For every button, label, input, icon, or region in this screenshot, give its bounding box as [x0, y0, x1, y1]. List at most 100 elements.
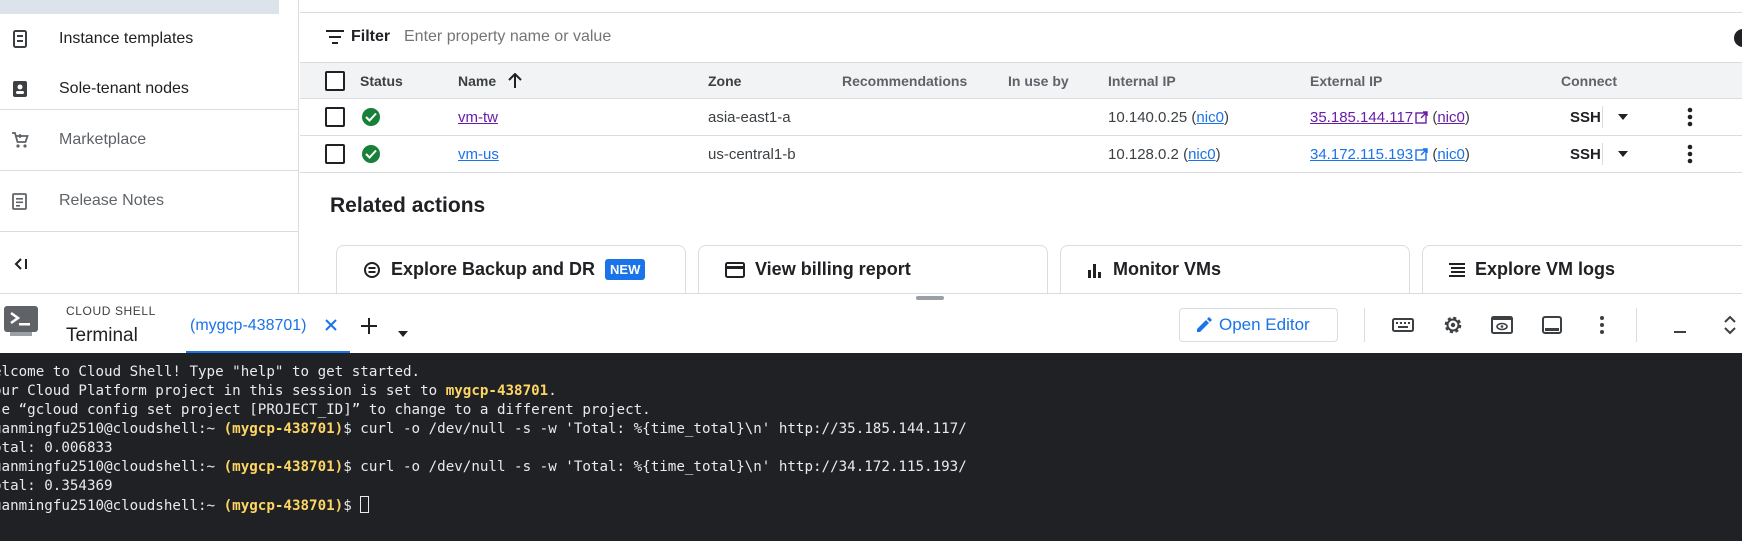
column-header-in-use-by[interactable]: In use by [1008, 63, 1069, 98]
row-more-actions-icon[interactable] [1687, 136, 1693, 172]
bar-chart-icon [1087, 262, 1103, 278]
sole-tenant-nodes-icon [10, 79, 30, 99]
terminal-output[interactable]: elcome to Cloud Shell! Type "help" to ge… [0, 353, 1742, 541]
related-card-backup-dr[interactable]: Explore Backup and DR NEW [336, 245, 686, 293]
row-checkbox[interactable] [325, 144, 345, 164]
table-row: vm-us us-central1-b 10.128.0.2 (nic0) 34… [300, 136, 1742, 173]
keyboard-icon[interactable] [1391, 313, 1415, 337]
external-nic-link[interactable]: nic0 [1437, 146, 1465, 163]
zone-cell: asia-east1-a [708, 108, 791, 126]
instance-name-link[interactable]: vm-us [458, 146, 499, 163]
column-header-name[interactable]: Name [458, 63, 522, 98]
internal-ip-cell: 10.128.0.2 (nic0) [1108, 145, 1221, 163]
tab-dropdown-chevron-icon[interactable] [398, 324, 408, 337]
more-options-icon[interactable] [1590, 313, 1614, 337]
sidebar-item-instance-templates[interactable]: Instance templates [0, 24, 299, 54]
select-all-checkbox-cell[interactable] [325, 63, 345, 98]
table-header-row: Status Name Zone Recommendations In use … [300, 62, 1742, 99]
internal-nic-link[interactable]: nic0 [1196, 109, 1224, 126]
add-tab-icon[interactable] [361, 318, 377, 334]
collapse-sidebar-icon[interactable] [12, 254, 32, 274]
column-header-connect[interactable]: Connect [1561, 63, 1617, 98]
sidebar-item-label: Marketplace [59, 131, 147, 148]
filter-input[interactable] [404, 25, 1104, 49]
marketplace-cart-icon [10, 130, 30, 150]
web-preview-icon[interactable] [1490, 313, 1514, 337]
column-header-recommendations[interactable]: Recommendations [842, 63, 967, 98]
select-all-checkbox[interactable] [325, 70, 345, 91]
external-ip-cell: 34.172.115.193 (nic0) [1310, 145, 1470, 163]
terminal-line: uanmingfu2510@cloudshell:~ (mygcp-438701… [0, 458, 1742, 477]
external-nic-link[interactable]: nic0 [1437, 109, 1465, 126]
filter-label: Filter [351, 28, 391, 45]
left-nav-sidebar: Instance templates Sole-tenant nodes Mar… [0, 0, 299, 293]
external-ip-link[interactable]: 34.172.115.193 [1310, 146, 1413, 163]
ssh-dropdown-chevron-icon[interactable] [1618, 136, 1628, 172]
internal-ip-value: 10.128.0.2 [1108, 145, 1179, 163]
sidebar-selected-item-remnant[interactable] [0, 0, 279, 14]
terminal-text: . [548, 383, 557, 399]
row-checkbox[interactable] [325, 107, 345, 127]
terminal-project-highlight: mygcp-438701 [445, 383, 549, 399]
cloud-shell-panel: CLOUD SHELL Terminal (mygcp-438701) Open… [0, 293, 1742, 541]
terminal-session-tab[interactable]: (mygcp-438701) [186, 314, 350, 354]
ssh-button[interactable]: SSH [1570, 99, 1601, 135]
related-card-billing-report[interactable]: View billing report [698, 245, 1048, 293]
open-in-new-icon [1415, 147, 1428, 161]
instance-name-link[interactable]: vm-tw [458, 109, 498, 126]
row-checkbox-cell[interactable] [325, 99, 345, 135]
related-card-monitor-vms[interactable]: Monitor VMs [1060, 245, 1410, 293]
external-ip-cell: 35.185.144.117 (nic0) [1310, 108, 1470, 126]
sidebar-item-release-notes[interactable]: Release Notes [0, 186, 299, 216]
internal-ip-cell: 10.140.0.25 (nic0) [1108, 108, 1229, 126]
ssh-dropdown-chevron-icon[interactable] [1618, 99, 1628, 135]
name-cell: vm-us [458, 136, 499, 172]
terminal-text: uanmingfu2510@cloudshell:~ [0, 498, 224, 514]
terminal-cursor [360, 496, 370, 513]
open-editor-button[interactable]: Open Editor [1179, 308, 1338, 342]
terminal-layout-icon[interactable] [1540, 313, 1564, 337]
terminal-text: $ [343, 498, 361, 514]
ssh-button[interactable]: SSH [1570, 136, 1601, 172]
card-label: Explore VM logs [1475, 259, 1616, 279]
terminal-text: uanmingfu2510@cloudshell:~ [0, 459, 224, 475]
zone-cell: us-central1-b [708, 145, 796, 163]
sidebar-item-sole-tenant-nodes[interactable]: Sole-tenant nodes [0, 74, 299, 104]
session-tab-label: (mygcp-438701) [190, 317, 307, 334]
status-running-icon [362, 145, 380, 163]
help-icon[interactable] [1734, 29, 1742, 47]
terminal-line: uanmingfu2510@cloudshell:~ (mygcp-438701… [0, 420, 1742, 439]
terminal-text: elcome to Cloud Shell! Type "help" to ge… [0, 364, 421, 380]
sidebar-divider [0, 231, 299, 232]
status-running-icon [362, 108, 380, 126]
terminal-title: Terminal [66, 325, 138, 346]
column-header-zone[interactable]: Zone [708, 63, 741, 98]
terminal-text: our Cloud Platform project in this sessi… [0, 383, 446, 399]
gear-icon[interactable] [1441, 313, 1465, 337]
card-label: View billing report [755, 259, 911, 279]
logs-list-icon [1449, 262, 1465, 277]
status-cell [362, 99, 380, 135]
expand-collapse-icon[interactable] [1718, 313, 1742, 337]
backup-icon [363, 261, 381, 279]
row-more-actions-icon[interactable] [1687, 99, 1693, 135]
cloud-shell-label: CLOUD SHELL [66, 304, 156, 318]
sidebar-item-marketplace[interactable]: Marketplace [0, 125, 299, 155]
resize-handle[interactable] [916, 296, 944, 300]
column-header-status[interactable]: Status [360, 63, 403, 98]
internal-nic-link[interactable]: nic0 [1188, 146, 1216, 163]
minimize-icon[interactable] [1668, 313, 1692, 337]
row-checkbox-cell[interactable] [325, 136, 345, 172]
terminal-text: otal: 0.354369 [0, 478, 113, 494]
card-label: Monitor VMs [1113, 259, 1221, 279]
sort-ascending-icon [508, 72, 522, 89]
cloud-shell-header: CLOUD SHELL Terminal (mygcp-438701) Open… [0, 293, 1742, 354]
release-notes-icon [10, 191, 30, 211]
close-tab-icon[interactable] [324, 318, 338, 332]
sidebar-item-label: Release Notes [59, 192, 164, 209]
related-card-vm-logs[interactable]: Explore VM logs [1422, 245, 1742, 293]
column-header-external-ip[interactable]: External IP [1310, 63, 1382, 98]
column-header-internal-ip[interactable]: Internal IP [1108, 63, 1176, 98]
external-ip-link[interactable]: 35.185.144.117 [1310, 109, 1413, 126]
terminal-text: otal: 0.006833 [0, 440, 113, 456]
